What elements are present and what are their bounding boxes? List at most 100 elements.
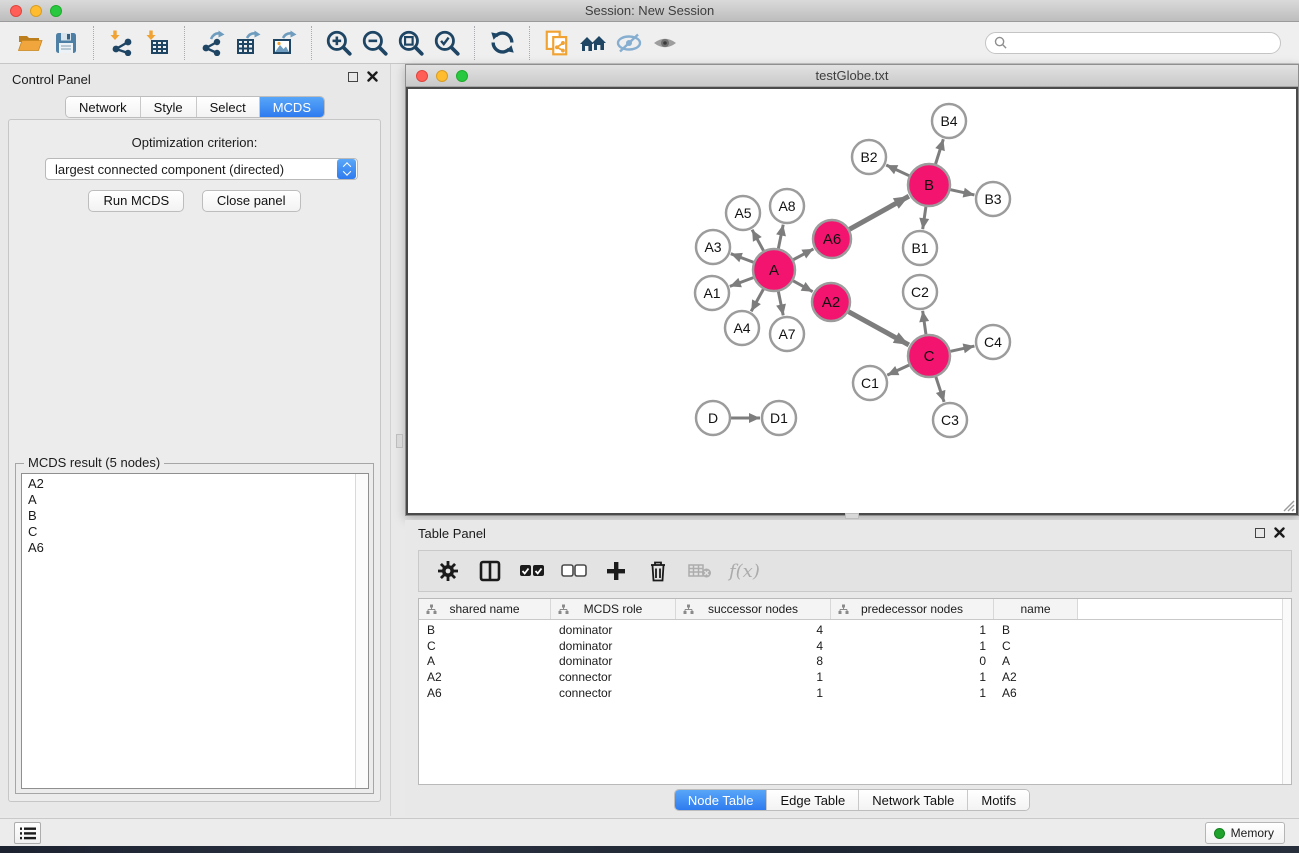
result-list-item[interactable]: C xyxy=(22,524,368,540)
edge-B-B2[interactable] xyxy=(886,165,909,176)
graph-node-C[interactable]: C xyxy=(908,335,950,377)
graph-node-A3[interactable]: A3 xyxy=(696,230,730,264)
table-row[interactable]: A6connector11A6 xyxy=(419,685,1291,701)
graph-node-C2[interactable]: C2 xyxy=(903,275,937,309)
float-panel-icon[interactable] xyxy=(1255,528,1265,538)
edge-A-A6[interactable] xyxy=(793,249,813,260)
graph-node-C3[interactable]: C3 xyxy=(933,403,967,437)
graph-node-A6[interactable]: A6 xyxy=(813,220,851,258)
export-image-button[interactable] xyxy=(266,26,302,60)
split-divider-handle[interactable] xyxy=(845,513,859,519)
edge-C-C1[interactable] xyxy=(887,365,909,375)
tab-style[interactable]: Style xyxy=(141,97,197,117)
edge-B-B4[interactable] xyxy=(936,139,944,164)
result-list-item[interactable]: B xyxy=(22,508,368,524)
edge-B-B3[interactable] xyxy=(950,190,974,195)
column-header-MCDS-role[interactable]: MCDS role xyxy=(551,599,676,619)
edge-A-A7[interactable] xyxy=(778,292,783,316)
float-panel-icon[interactable] xyxy=(348,72,358,82)
edge-B-B1[interactable] xyxy=(923,207,926,229)
table-row[interactable]: Adominator80A xyxy=(419,653,1291,669)
delete-table-button[interactable] xyxy=(687,558,713,584)
graph-node-A4[interactable]: A4 xyxy=(725,311,759,345)
memory-button[interactable]: Memory xyxy=(1205,822,1285,844)
close-window-button[interactable] xyxy=(10,5,22,17)
edge-A-A2[interactable] xyxy=(793,281,813,292)
graph-node-A1[interactable]: A1 xyxy=(695,276,729,310)
edge-A6-B[interactable] xyxy=(849,196,908,229)
close-panel-button[interactable]: Close panel xyxy=(202,190,301,212)
run-mcds-button[interactable]: Run MCDS xyxy=(88,190,184,212)
column-header-successor-nodes[interactable]: successor nodes xyxy=(676,599,831,619)
resize-grip-icon[interactable] xyxy=(1281,498,1295,512)
network-zoom-button[interactable] xyxy=(456,70,468,82)
zoom-in-button[interactable] xyxy=(321,26,357,60)
zoom-out-button[interactable] xyxy=(357,26,393,60)
network-canvas[interactable]: B4B2BB3A5A8A6B1A3AC2A1A2A4A7C4CC1C3DD1 xyxy=(406,87,1298,515)
zoom-window-button[interactable] xyxy=(50,5,62,17)
table-row[interactable]: Cdominator41C xyxy=(419,638,1291,654)
graph-node-A[interactable]: A xyxy=(753,249,795,291)
graph-node-C1[interactable]: C1 xyxy=(853,366,887,400)
tab-node-table[interactable]: Node Table xyxy=(675,790,768,810)
graph-node-D[interactable]: D xyxy=(696,401,730,435)
delete-column-button[interactable] xyxy=(645,558,671,584)
minimize-window-button[interactable] xyxy=(30,5,42,17)
graph-node-A2[interactable]: A2 xyxy=(812,283,850,321)
edge-A-A8[interactable] xyxy=(778,225,783,249)
table-settings-button[interactable] xyxy=(435,558,461,584)
graph-node-B4[interactable]: B4 xyxy=(932,104,966,138)
hide-network-button[interactable] xyxy=(611,26,647,60)
open-session-button[interactable] xyxy=(12,26,48,60)
edge-C-C4[interactable] xyxy=(950,346,974,351)
close-panel-icon[interactable] xyxy=(367,71,378,82)
tab-network-table[interactable]: Network Table xyxy=(859,790,968,810)
node-table[interactable]: shared nameMCDS rolesuccessor nodesprede… xyxy=(418,598,1292,785)
edge-A-A4[interactable] xyxy=(751,289,763,311)
search-field[interactable] xyxy=(985,32,1281,54)
network-documents-button[interactable] xyxy=(539,26,575,60)
edge-C-C2[interactable] xyxy=(923,311,926,334)
show-network-button[interactable] xyxy=(647,26,683,60)
result-list-item[interactable]: A2 xyxy=(22,476,368,492)
edge-A2-C[interactable] xyxy=(849,312,909,345)
table-row[interactable]: A2connector11A2 xyxy=(419,669,1291,685)
criterion-dropdown[interactable]: largest connected component (directed) xyxy=(45,158,358,180)
tab-edge-table[interactable]: Edge Table xyxy=(767,790,859,810)
tab-select[interactable]: Select xyxy=(197,97,260,117)
select-all-button[interactable] xyxy=(519,558,545,584)
home-neighbors-button[interactable] xyxy=(575,26,611,60)
graph-node-B[interactable]: B xyxy=(908,164,950,206)
import-table-button[interactable] xyxy=(139,26,175,60)
split-divider-handle[interactable] xyxy=(396,434,403,448)
show-columns-button[interactable] xyxy=(477,558,503,584)
graph-node-C4[interactable]: C4 xyxy=(976,325,1010,359)
refresh-view-button[interactable] xyxy=(484,26,520,60)
graph-node-A8[interactable]: A8 xyxy=(770,189,804,223)
column-header-name[interactable]: name xyxy=(994,599,1078,619)
graph-node-A7[interactable]: A7 xyxy=(770,317,804,351)
graph-node-B1[interactable]: B1 xyxy=(903,231,937,265)
edge-C-C3[interactable] xyxy=(936,377,944,402)
graph-node-A5[interactable]: A5 xyxy=(726,196,760,230)
close-panel-icon[interactable] xyxy=(1274,527,1285,538)
graph-node-B2[interactable]: B2 xyxy=(852,140,886,174)
edge-A-A1[interactable] xyxy=(730,278,754,287)
import-network-button[interactable] xyxy=(103,26,139,60)
network-minimize-button[interactable] xyxy=(436,70,448,82)
zoom-fit-button[interactable] xyxy=(393,26,429,60)
add-column-button[interactable] xyxy=(603,558,629,584)
tab-network[interactable]: Network xyxy=(66,97,141,117)
zoom-selected-button[interactable] xyxy=(429,26,465,60)
edge-A-A3[interactable] xyxy=(731,254,754,263)
tab-motifs[interactable]: Motifs xyxy=(968,790,1029,810)
apply-formula-button[interactable]: f(x) xyxy=(729,558,760,584)
export-network-button[interactable] xyxy=(194,26,230,60)
result-list-item[interactable]: A xyxy=(22,492,368,508)
table-scrollbar[interactable] xyxy=(1282,599,1291,784)
task-history-button[interactable] xyxy=(14,822,41,844)
save-session-button[interactable] xyxy=(48,26,84,60)
export-table-button[interactable] xyxy=(230,26,266,60)
graph-node-D1[interactable]: D1 xyxy=(762,401,796,435)
network-close-button[interactable] xyxy=(416,70,428,82)
